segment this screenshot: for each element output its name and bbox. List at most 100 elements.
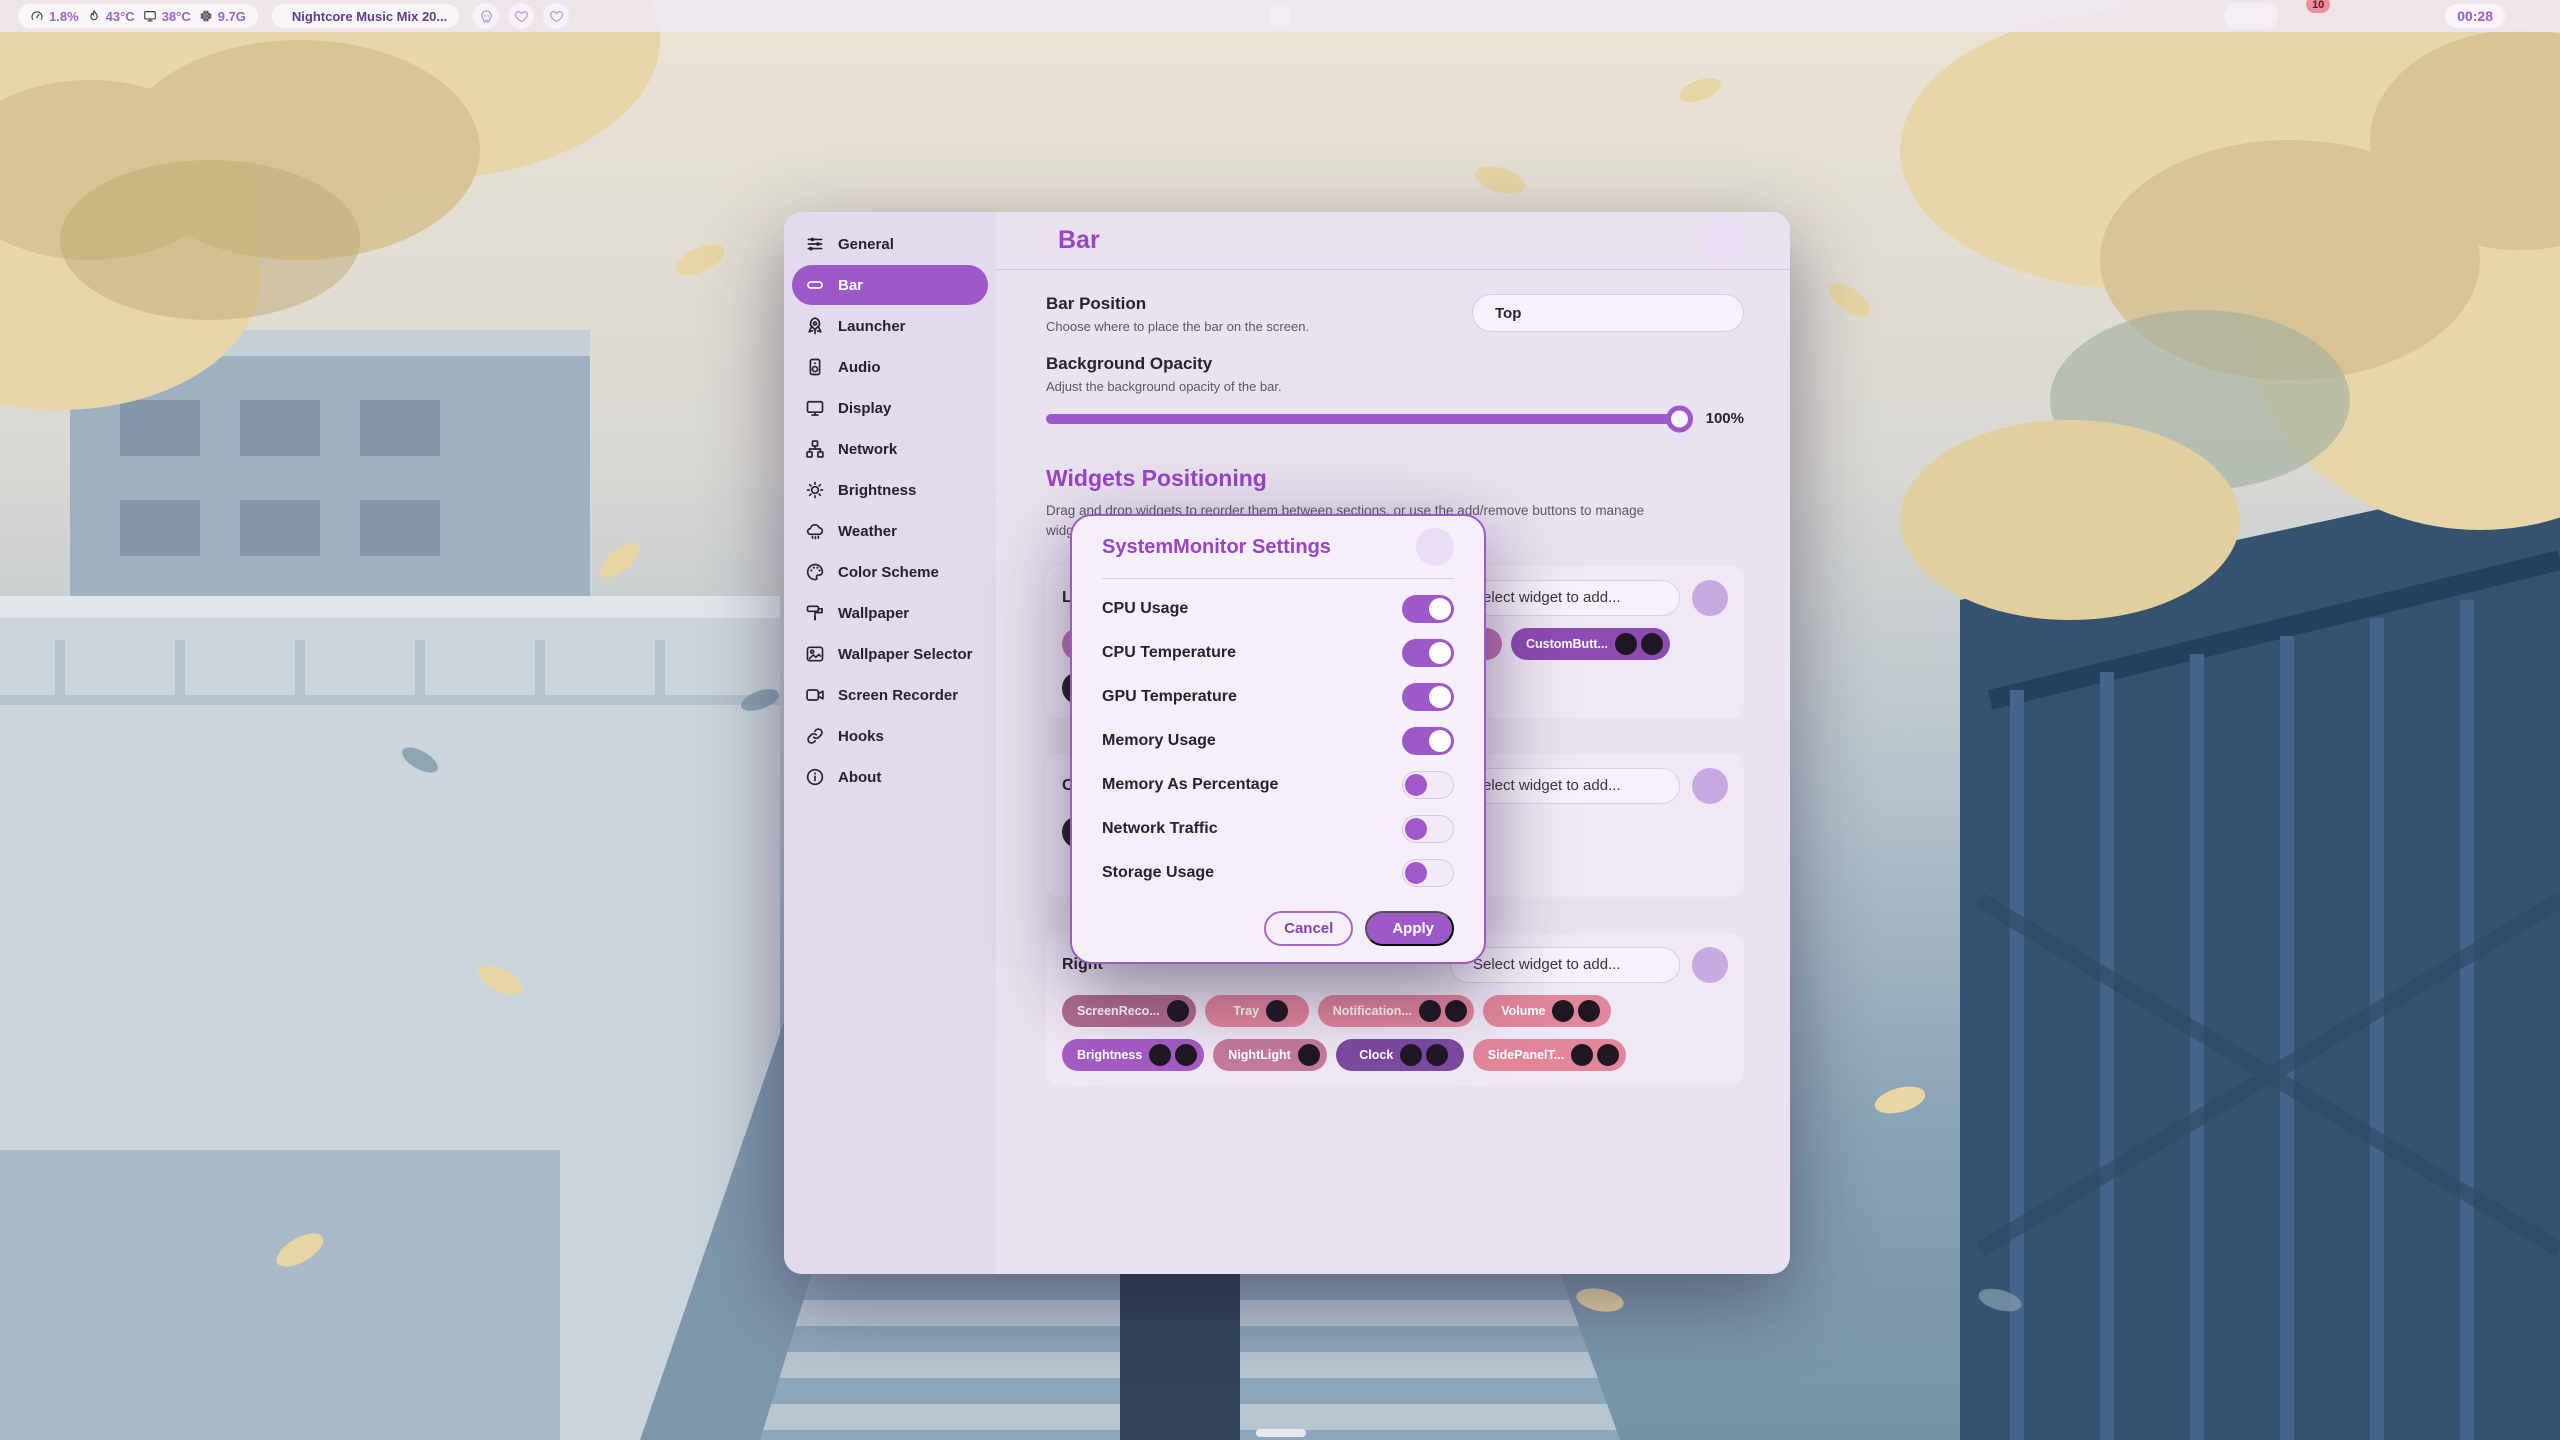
stat: 1.8% [30, 9, 79, 24]
chip-gear-icon[interactable] [1615, 633, 1637, 655]
sidebar-item[interactable]: About [792, 757, 988, 797]
volume-button[interactable] [2334, 3, 2358, 29]
chip-close-icon[interactable] [1445, 1000, 1467, 1022]
widget-chip[interactable]: NightLight [1213, 1039, 1326, 1071]
chip-close-icon[interactable] [1298, 1044, 1320, 1066]
nightlight-button[interactable] [2408, 3, 2432, 29]
sidebar-item[interactable]: Wallpaper [792, 593, 988, 633]
chip-gear-icon[interactable] [1400, 1044, 1422, 1066]
quick-button[interactable] [543, 3, 569, 29]
chip-close-icon[interactable] [1578, 1000, 1600, 1022]
widget-chip[interactable]: SidePanelT... [1473, 1039, 1626, 1071]
window-close-button[interactable] [1704, 221, 1744, 261]
toggle-switch[interactable] [1402, 595, 1454, 623]
group-right-add-button[interactable] [1692, 947, 1728, 983]
sidebar-item-label: Brightness [838, 482, 916, 499]
toggle-switch[interactable] [1402, 859, 1454, 887]
sidebar-item[interactable]: Weather [792, 511, 988, 551]
chip-close-icon[interactable] [1426, 1044, 1448, 1066]
sidebar-item[interactable]: Brightness [792, 470, 988, 510]
toggle-label: Storage Usage [1102, 864, 1214, 882]
sidebar-item[interactable]: Network [792, 429, 988, 469]
page: { "icons": {"chevron":"chevron-down","pl… [0, 0, 2560, 1440]
stat-value: 9.7G [218, 9, 246, 24]
widget-chip[interactable]: Brightness [1062, 1039, 1204, 1071]
sidebar-item[interactable]: General [792, 224, 988, 264]
group-right-widget-select[interactable]: Select widget to add... [1450, 947, 1680, 983]
toggle-switch[interactable] [1402, 815, 1454, 843]
toggle-switch[interactable] [1402, 771, 1454, 799]
widget-chip[interactable]: CustomButt... [1511, 628, 1670, 660]
stat: 38°C [143, 9, 191, 24]
overview-button[interactable] [2518, 3, 2542, 29]
sidebar-item-label: Hooks [838, 728, 884, 745]
toggle-knob [1429, 598, 1451, 620]
sidebar-item-icon [805, 521, 825, 541]
widget-chip[interactable]: ScreenReco... [1062, 995, 1196, 1027]
stat: 9.7G [199, 9, 246, 24]
widget-chip[interactable]: Volume [1483, 995, 1611, 1027]
bar-position-select[interactable]: Top [1472, 294, 1744, 332]
toggle-knob [1405, 818, 1427, 840]
cancel-button[interactable]: Cancel [1264, 911, 1353, 946]
widget-chip-label: Notification... [1330, 1004, 1415, 1018]
sidebar-item[interactable]: Hooks [792, 716, 988, 756]
sidebar-item[interactable]: Screen Recorder [792, 675, 988, 715]
sidebar-item-icon [805, 234, 825, 254]
quick-button[interactable] [473, 3, 499, 29]
toggle-knob [1429, 642, 1451, 664]
chip-close-icon[interactable] [1167, 1000, 1189, 1022]
media-player-pill[interactable]: Nightcore Music Mix 20... [272, 4, 459, 28]
group-center-add-button[interactable] [1692, 768, 1728, 804]
quick-button-icon [479, 9, 494, 24]
toggle-switch[interactable] [1402, 727, 1454, 755]
brightness-button[interactable] [2371, 3, 2395, 29]
chip-close-icon[interactable] [1175, 1044, 1197, 1066]
group-left-add-button[interactable] [1692, 580, 1728, 616]
sidebar-item[interactable]: Audio [792, 347, 988, 387]
dock-hint[interactable] [1256, 1429, 1306, 1437]
opacity-slider-fill [1046, 414, 1680, 424]
background-opacity-label: Background Opacity [1046, 354, 1282, 374]
stat-icon [199, 9, 213, 23]
toggle-switch[interactable] [1402, 639, 1454, 667]
opacity-slider-row: 100% [1046, 410, 1744, 427]
sidebar-item-label: About [838, 769, 881, 786]
chip-gear-icon[interactable] [1149, 1044, 1171, 1066]
clock[interactable]: 00:28 [2445, 4, 2505, 28]
opacity-value: 100% [1696, 410, 1744, 427]
toggle-row: Network Traffic [1102, 807, 1454, 851]
sidebar-item-label: Screen Recorder [838, 687, 958, 704]
top-bar: 1.8% 43°C 38°C 9.7G Nightcor [0, 0, 2560, 32]
bar-position-description: Choose where to place the bar on the scr… [1046, 319, 1309, 334]
sidebar-item[interactable]: Bar [792, 265, 988, 305]
sidebar-item[interactable]: Wallpaper Selector [792, 634, 988, 674]
widget-chip-label: Volume [1498, 1004, 1548, 1018]
opacity-slider-thumb[interactable] [1666, 405, 1693, 432]
toggle-switch[interactable] [1402, 683, 1454, 711]
tray-app-button[interactable] [2224, 3, 2278, 29]
widget-chip-label: Brightness [1074, 1048, 1145, 1062]
sidebar-item[interactable]: Display [792, 388, 988, 428]
widget-chip[interactable]: Clock [1336, 1039, 1464, 1071]
topbar-center [1269, 3, 1291, 29]
chip-gear-icon[interactable] [1552, 1000, 1574, 1022]
chip-gear-icon[interactable] [1419, 1000, 1441, 1022]
chip-close-icon[interactable] [1597, 1044, 1619, 1066]
quick-button[interactable] [508, 3, 534, 29]
widget-chip[interactable]: Notification... [1318, 995, 1474, 1027]
modal-close-button[interactable] [1416, 528, 1454, 566]
widget-chip[interactable]: Tray [1205, 995, 1309, 1027]
chip-close-icon[interactable] [1641, 633, 1663, 655]
chip-gear-icon[interactable] [1571, 1044, 1593, 1066]
sidebar-item-label: General [838, 236, 894, 253]
sidebar-item[interactable]: Launcher [792, 306, 988, 346]
page-title: Bar [1046, 226, 1100, 255]
sidebar-item-icon [805, 480, 825, 500]
apply-button[interactable]: Apply [1365, 911, 1454, 946]
opacity-slider-track[interactable] [1046, 414, 1680, 424]
sidebar-item[interactable]: Color Scheme [792, 552, 988, 592]
notifications-button[interactable]: 10 [2291, 3, 2321, 29]
workspaces[interactable] [1269, 3, 1291, 29]
chip-close-icon[interactable] [1266, 1000, 1288, 1022]
